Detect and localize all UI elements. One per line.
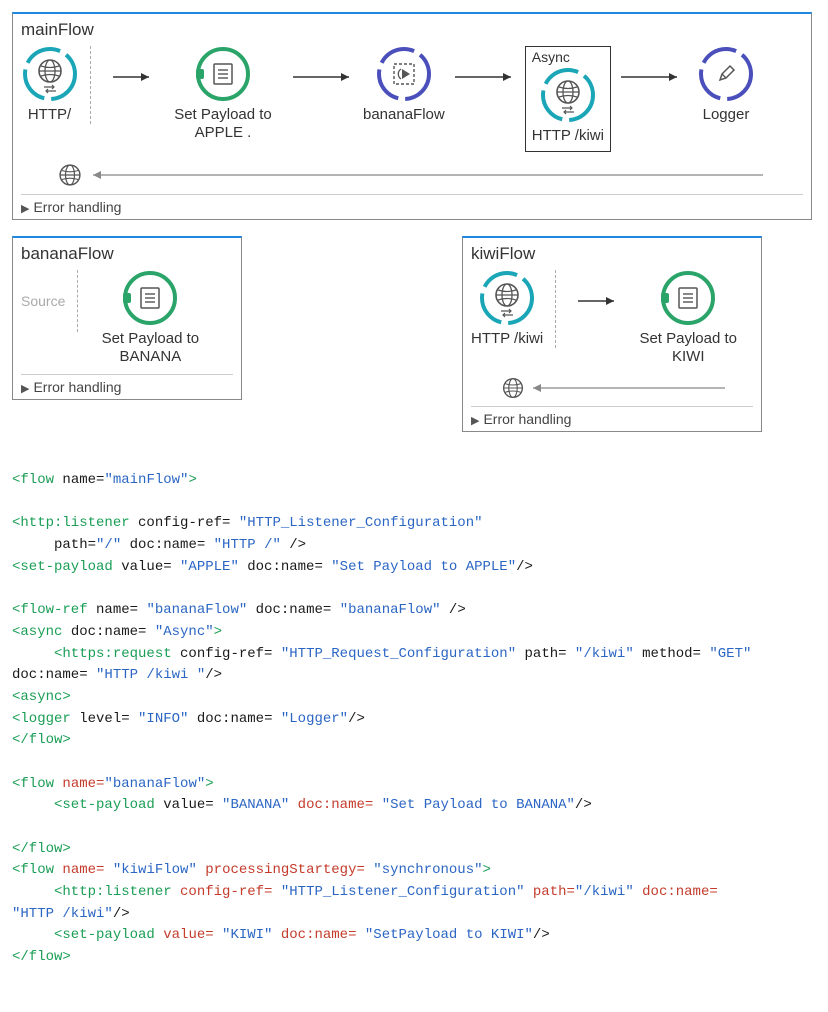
mainflow-return [21,160,803,194]
pencil-icon [698,46,754,102]
globe-icon [479,270,535,326]
globe-icon [22,46,78,102]
set-payload-apple-label: Set Payload to APPLE . [163,106,283,142]
kiwi-http-node[interactable]: HTTP /kiwi [471,270,556,348]
globe-icon [57,162,83,188]
kiwiflow-nodes: HTTP /kiwi Set Payload to KIWI [471,266,753,374]
bananaflow-nodes: Source Set Payload to BANANA [21,266,233,374]
arrow-icon [568,270,628,332]
kiwiflow-container: kiwiFlow HTTP /kiwi Set Payload to KIWI [462,236,762,432]
kiwi-http-label: HTTP /kiwi [471,330,543,348]
http-listener-label: HTTP/ [28,106,71,124]
set-payload-kiwi-node[interactable]: Set Payload to KIWI [628,270,748,366]
document-icon [195,46,251,102]
caret-right-icon: ▶ [471,415,479,427]
arrow-icon [283,46,363,108]
return-arrow-icon [525,381,725,395]
kiwiflow-error-handling[interactable]: ▶Error handling [471,406,753,427]
set-payload-apple-node[interactable]: Set Payload to APPLE . [163,46,283,142]
flowref-icon [376,46,432,102]
bananaflow-ref-label: bananaFlow [363,106,445,124]
bananaflow-container: bananaFlow Source Set Payload to BANANA … [12,236,242,400]
document-icon [660,270,716,326]
set-payload-banana-label: Set Payload to BANANA [90,330,210,366]
caret-right-icon: ▶ [21,203,29,215]
return-arrow-icon [83,168,763,182]
async-http-node[interactable]: HTTP /kiwi [532,67,604,145]
xml-code-block: <flow name="mainFlow"> <http:listener co… [12,470,816,969]
bananaflow-error-handling[interactable]: ▶Error handling [21,374,233,395]
set-payload-kiwi-label: Set Payload to KIWI [628,330,748,366]
logger-node[interactable]: Logger [691,46,761,124]
http-listener-node[interactable]: HTTP/ [21,46,91,124]
bananaflow-ref-node[interactable]: bananaFlow [363,46,445,124]
async-http-label: HTTP /kiwi [532,127,604,145]
arrow-icon [103,46,163,108]
logger-label: Logger [703,106,750,124]
kiwiflow-return [471,374,753,406]
arrow-icon [445,46,525,108]
async-title: Async [532,49,604,65]
set-payload-banana-node[interactable]: Set Payload to BANANA [90,270,210,366]
document-icon [122,270,178,326]
bananaflow-title: bananaFlow [21,244,233,264]
mainflow-container: mainFlow HTTP/ Set Payload to APPLE . ba… [12,12,812,220]
kiwiflow-title: kiwiFlow [471,244,753,264]
globe-icon [540,67,596,123]
globe-icon [501,376,525,400]
async-scope[interactable]: Async HTTP /kiwi [525,46,611,152]
caret-right-icon: ▶ [21,383,29,395]
source-placeholder: Source [21,270,78,332]
arrow-icon [611,46,691,108]
mainflow-error-handling[interactable]: ▶Error handling [21,194,803,215]
mainflow-nodes: HTTP/ Set Payload to APPLE . bananaFlow … [21,42,803,160]
mainflow-title: mainFlow [21,20,803,40]
